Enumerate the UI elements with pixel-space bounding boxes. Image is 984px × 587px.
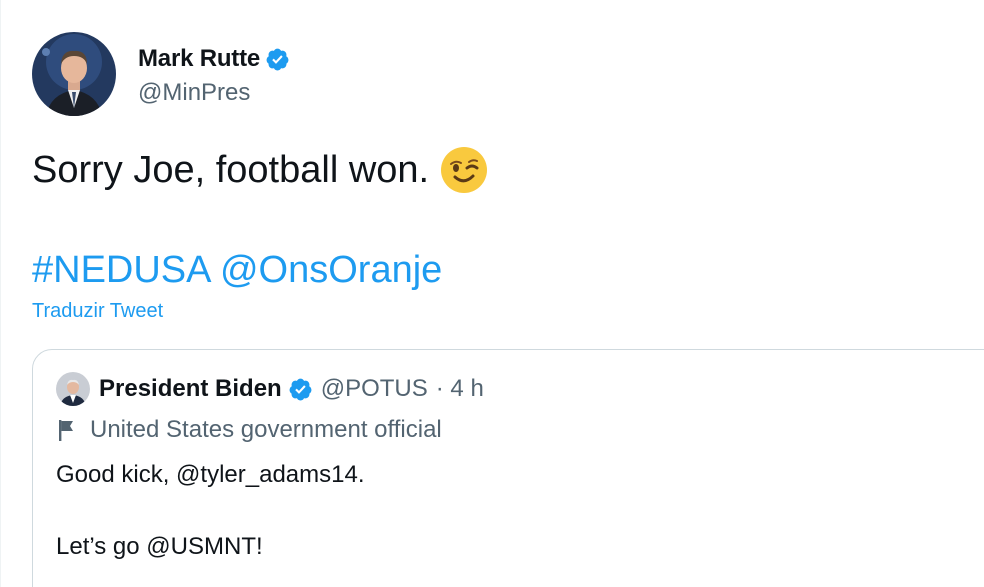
government-label-text: United States government official xyxy=(90,416,442,443)
hashtag-link[interactable]: #NEDUSA xyxy=(32,249,209,291)
verified-badge-icon xyxy=(289,378,312,400)
government-label: United States government official xyxy=(56,416,442,444)
author-name[interactable]: Mark Rutte xyxy=(138,45,260,73)
tweet-header: Mark Rutte @MinPres xyxy=(32,32,290,116)
author-block: Mark Rutte @MinPres xyxy=(138,41,290,107)
quoted-tweet-text-line: Good kick, @tyler_adams14. xyxy=(56,461,365,488)
quoted-tweet-text-line: Let’s go @USMNT! xyxy=(56,533,263,560)
flag-icon xyxy=(59,420,73,441)
tweet-links: #NEDUSA @OnsOranje xyxy=(32,244,442,296)
winking-face-icon xyxy=(441,147,488,193)
quoted-author-name[interactable]: President Biden xyxy=(99,375,282,403)
mention-link[interactable]: @OnsOranje xyxy=(220,249,442,291)
translate-tweet-link[interactable]: Traduzir Tweet xyxy=(32,300,163,323)
quoted-tweet-header: President Biden @POTUS · 4 h xyxy=(56,372,484,406)
author-avatar[interactable] xyxy=(32,32,116,116)
quoted-tweet-card[interactable]: President Biden @POTUS · 4 h United Stat… xyxy=(32,349,984,587)
quoted-author-handle[interactable]: @POTUS xyxy=(321,375,428,403)
tweet-body: Sorry Joe, football won. xyxy=(32,144,489,196)
tweet-text: Sorry Joe, football won. xyxy=(32,149,430,191)
author-name-row: Mark Rutte xyxy=(138,41,290,77)
author-handle[interactable]: @MinPres xyxy=(138,79,290,107)
timeline-border xyxy=(0,0,1,587)
quoted-tweet-timestamp[interactable]: · 4 h xyxy=(436,375,484,403)
verified-badge-icon xyxy=(266,48,289,70)
quoted-author-avatar[interactable] xyxy=(56,372,90,406)
